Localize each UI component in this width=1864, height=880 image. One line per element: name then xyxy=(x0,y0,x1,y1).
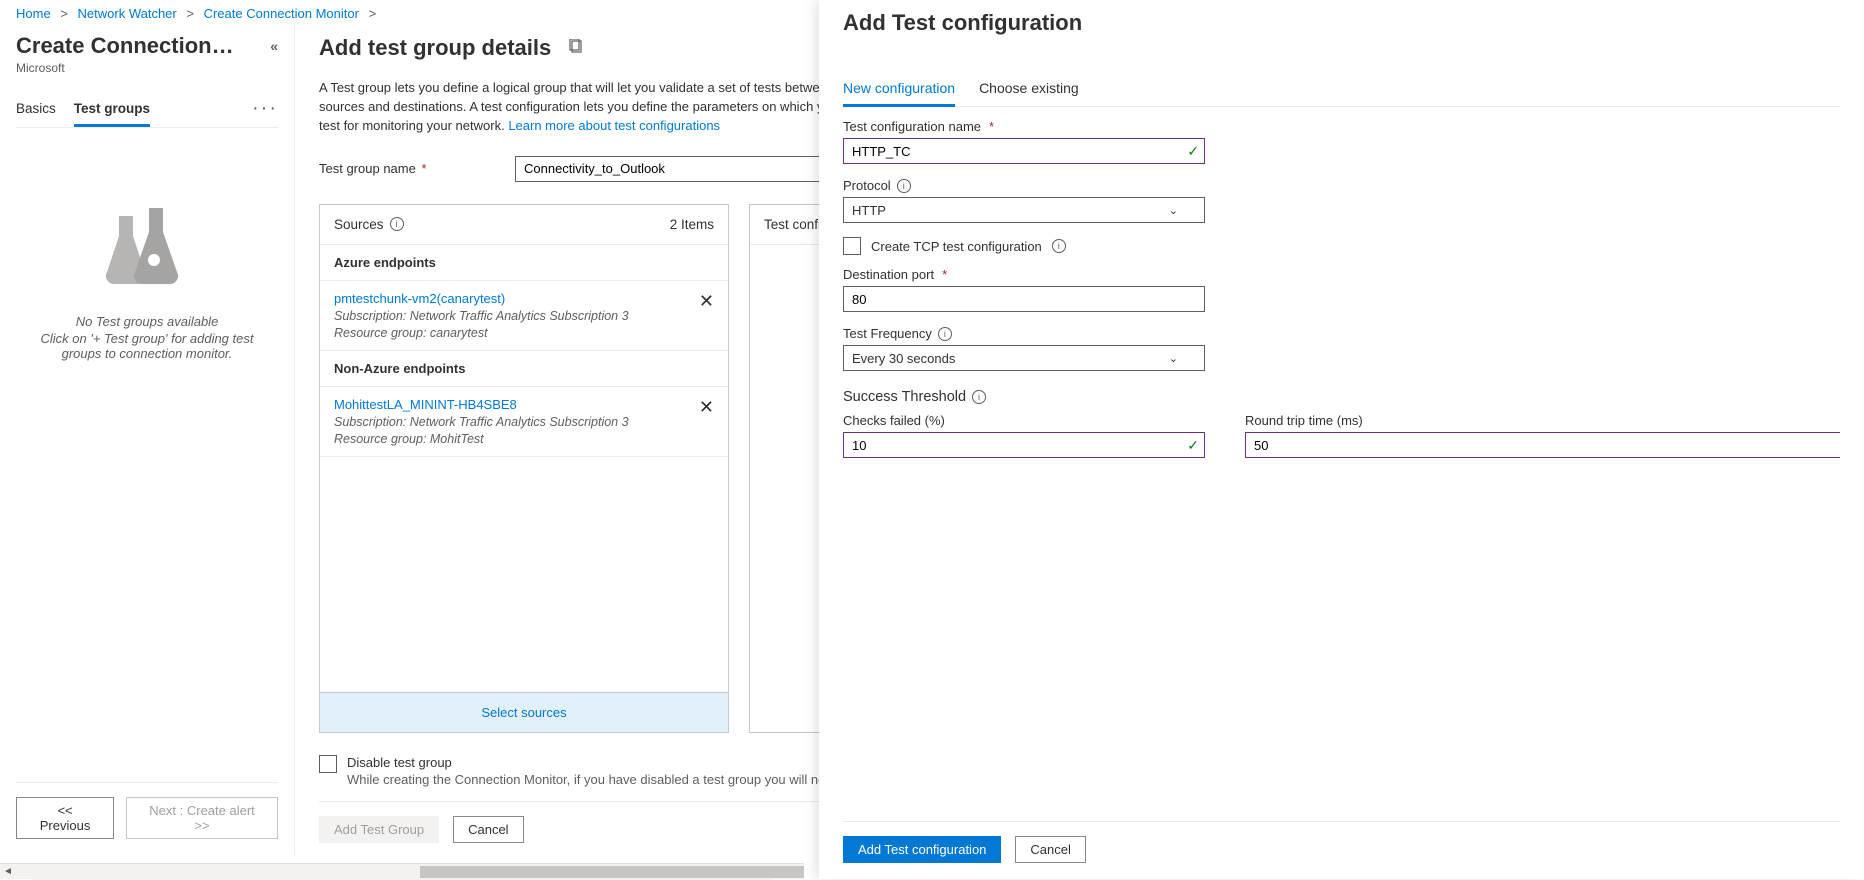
destination-port-input[interactable] xyxy=(843,286,1205,312)
collapse-icon[interactable]: « xyxy=(270,38,278,54)
next-button: Next : Create alert >> xyxy=(126,797,278,839)
breadcrumb-create-connection-monitor[interactable]: Create Connection Monitor xyxy=(204,6,359,21)
nonazure-endpoints-header: Non-Azure endpoints xyxy=(320,351,728,387)
create-tcp-checkbox[interactable] xyxy=(843,237,861,255)
cancel-button[interactable]: Cancel xyxy=(453,816,523,843)
empty-state: No Test groups available Click on '+ Tes… xyxy=(16,128,278,782)
empty-line1: No Test groups available xyxy=(76,314,219,329)
disable-test-group-checkbox[interactable] xyxy=(319,755,337,773)
chevron-down-icon: ⌄ xyxy=(1169,204,1178,217)
test-group-name-label: Test group name * xyxy=(319,161,515,176)
protocol-label: Protocol i xyxy=(843,178,1840,193)
add-test-configuration-blade: Add Test configuration New configuration… xyxy=(819,0,1864,879)
breadcrumb-sep: > xyxy=(363,6,383,21)
azure-endpoints-header: Azure endpoints xyxy=(320,245,728,281)
breadcrumb-network-watcher[interactable]: Network Watcher xyxy=(78,6,177,21)
empty-line3: groups to connection monitor. xyxy=(62,346,233,361)
endpoint-resource-group: Resource group: canarytest xyxy=(334,326,629,340)
info-icon[interactable]: i xyxy=(1052,239,1066,253)
destination-port-label: Destination port * xyxy=(843,267,1840,282)
list-item: pmtestchunk-vm2(canarytest) Subscription… xyxy=(320,281,728,351)
info-icon[interactable]: i xyxy=(938,327,952,341)
checks-failed-input[interactable] xyxy=(843,432,1205,458)
tab-new-configuration[interactable]: New configuration xyxy=(843,72,955,107)
learn-more-link[interactable]: Learn more about test configurations xyxy=(508,118,720,133)
valid-icon: ✓ xyxy=(1187,143,1199,160)
info-icon[interactable]: i xyxy=(897,179,911,193)
protocol-select[interactable]: HTTP ⌄ xyxy=(843,197,1205,223)
info-icon[interactable]: i xyxy=(390,217,404,231)
create-tcp-label: Create TCP test configuration xyxy=(871,239,1042,254)
breadcrumb-sep: > xyxy=(180,6,200,21)
tab-basics[interactable]: Basics xyxy=(16,93,56,127)
endpoint-link[interactable]: MohittestLA_MININT-HB4SBE8 xyxy=(334,397,629,412)
endpoint-link[interactable]: pmtestchunk-vm2(canarytest) xyxy=(334,291,629,306)
sources-count: 2 Items xyxy=(670,217,714,232)
breadcrumb-home[interactable]: Home xyxy=(16,6,51,21)
rtt-input[interactable] xyxy=(1245,432,1840,458)
endpoint-subscription: Subscription: Network Traffic Analytics … xyxy=(334,415,629,429)
horizontal-scrollbar[interactable]: ◄ ► xyxy=(0,863,804,879)
checks-failed-label: Checks failed (%) xyxy=(843,413,1205,428)
valid-icon: ✓ xyxy=(1187,437,1199,454)
more-icon[interactable]: ··· xyxy=(252,97,278,123)
test-frequency-label: Test Frequency i xyxy=(843,326,1840,341)
cancel-button[interactable]: Cancel xyxy=(1015,836,1085,863)
success-threshold-title: Success Threshold i xyxy=(843,389,1840,405)
test-frequency-select[interactable]: Every 30 seconds ⌄ xyxy=(843,345,1205,371)
add-test-group-button: Add Test Group xyxy=(319,816,439,843)
remove-icon[interactable]: ✕ xyxy=(691,291,714,312)
list-item: MohittestLA_MININT-HB4SBE8 Subscription:… xyxy=(320,387,728,457)
rtt-label: Round trip time (ms) xyxy=(1245,413,1840,428)
endpoint-subscription: Subscription: Network Traffic Analytics … xyxy=(334,309,629,323)
breadcrumb-sep: > xyxy=(54,6,74,21)
pin-icon[interactable] xyxy=(569,39,584,57)
left-panel: Create Connection… « Microsoft Basics Te… xyxy=(0,25,295,855)
flask-icon xyxy=(99,208,195,286)
blade-title: Add Test configuration xyxy=(843,8,1840,36)
add-test-configuration-button[interactable]: Add Test configuration xyxy=(843,836,1001,863)
page-subtitle: Microsoft xyxy=(16,61,278,75)
empty-line2: Click on '+ Test group' for adding test xyxy=(41,331,254,346)
sources-header: Sources xyxy=(334,217,384,232)
section-title: Add test group details xyxy=(319,35,551,61)
previous-button[interactable]: << Previous xyxy=(16,797,114,839)
chevron-down-icon: ⌄ xyxy=(1169,352,1178,365)
remove-icon[interactable]: ✕ xyxy=(691,397,714,418)
select-sources-button[interactable]: Select sources xyxy=(320,692,728,732)
tab-choose-existing[interactable]: Choose existing xyxy=(979,72,1079,106)
info-icon[interactable]: i xyxy=(972,390,986,404)
page-title: Create Connection… xyxy=(16,33,234,59)
tab-test-groups[interactable]: Test groups xyxy=(74,93,150,127)
config-name-label: Test configuration name * xyxy=(843,119,1840,134)
config-name-input[interactable] xyxy=(843,138,1205,164)
sources-box: Sources i 2 Items Azure endpoints pmtest… xyxy=(319,204,729,733)
scroll-left-icon[interactable]: ◄ xyxy=(0,866,16,877)
endpoint-resource-group: Resource group: MohitTest xyxy=(334,432,629,446)
